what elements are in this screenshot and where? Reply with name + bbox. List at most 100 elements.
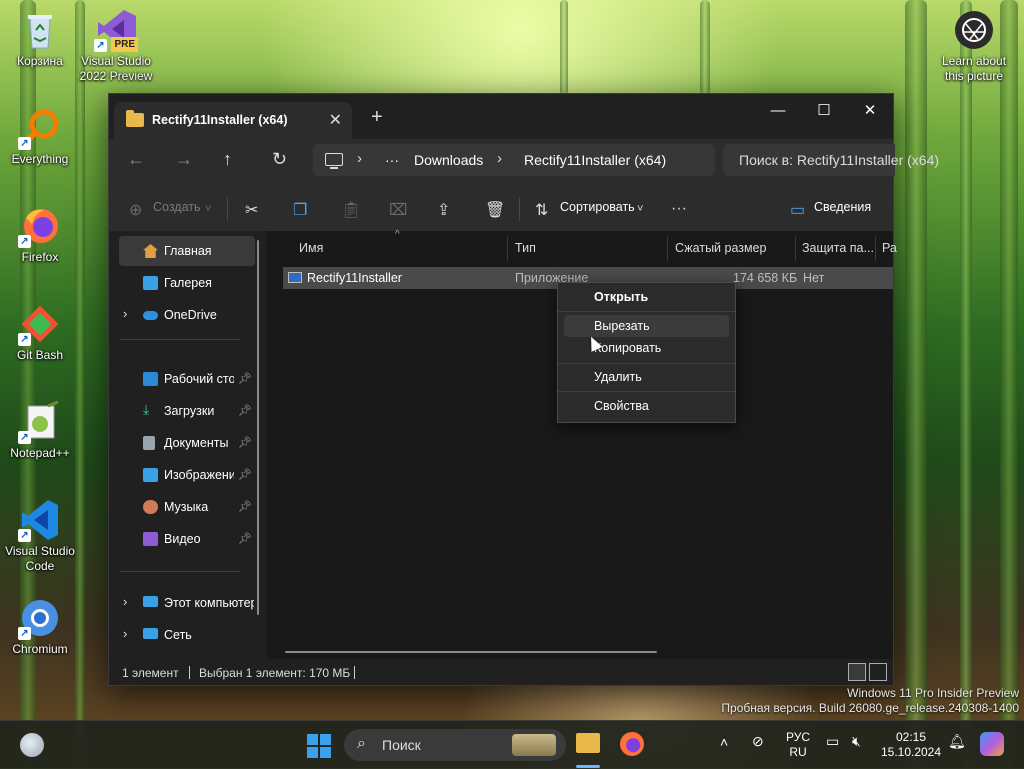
language-indicator[interactable]: РУС RU (784, 730, 812, 760)
chevron-right-icon[interactable]: › (123, 594, 127, 609)
clock[interactable]: 02:15 15.10.2024 (878, 730, 944, 760)
horizontal-scrollbar[interactable] (285, 651, 657, 653)
wallpaper-bamboo (560, 0, 568, 95)
column-divider[interactable] (795, 237, 796, 261)
desktop-icon-everything[interactable]: ↗ Everything (0, 106, 80, 167)
firefox-taskbar-icon[interactable] (620, 732, 644, 756)
refresh-button[interactable]: ↻ (272, 149, 287, 170)
column-header-name[interactable]: Имя (299, 241, 323, 255)
sidebar-item-music[interactable]: Музыка 📌︎ (119, 492, 255, 522)
copilot-icon[interactable] (980, 732, 1004, 756)
sidebar-item-gallery[interactable]: Галерея (119, 268, 255, 298)
tab-close-button[interactable]: ✕ (329, 110, 342, 130)
breadcrumb-overflow[interactable]: ··· (385, 152, 399, 168)
column-divider[interactable] (667, 237, 668, 261)
maximize-button[interactable]: ☐ (801, 98, 847, 124)
network-disconnected-icon[interactable]: ⊘ (752, 734, 764, 749)
paste-button[interactable]: 📋︎ (341, 200, 361, 220)
sidebar-item-home[interactable]: Главная (119, 236, 255, 266)
cloud-icon (143, 311, 158, 320)
sidebar-item-label: Музыка (164, 500, 209, 514)
column-header-password-protected[interactable]: Защита па... (802, 241, 874, 255)
details-button[interactable]: Сведения (814, 200, 871, 214)
menu-item-label: Открыть (594, 290, 649, 304)
desktop-icon-visual-studio[interactable]: ↗ PRE Visual Studio 2022 Preview (76, 8, 156, 84)
desktop-icon-git-bash[interactable]: ↗ Git Bash (0, 302, 80, 363)
back-button[interactable]: ← (127, 149, 145, 170)
sort-button[interactable]: Сортировать (560, 200, 635, 214)
sidebar-item-label: Видео (164, 532, 201, 546)
sidebar-item-label: Изображения (164, 468, 234, 482)
separator (119, 339, 241, 340)
breadcrumb-current-folder[interactable]: Rectify11Installer (x64) (524, 152, 666, 168)
menu-item-label: Свойства (594, 399, 649, 413)
explorer-tab[interactable]: Rectify11Installer (x64) ✕ (114, 102, 352, 139)
sidebar-item-label: Загрузки (164, 404, 215, 418)
desktop-icon-chromium[interactable]: ↗ Chromium (0, 596, 80, 657)
windows-logo-pane (320, 747, 331, 758)
desktop-icon-firefox[interactable]: ↗ Firefox (0, 204, 80, 265)
sidebar-item-videos[interactable]: Видео 📌︎ (119, 524, 255, 554)
network-icon (143, 628, 158, 639)
menu-item-cut[interactable]: Вырезать (564, 315, 729, 337)
vscode-icon: ↗ (18, 498, 62, 542)
details-view-button[interactable] (848, 663, 866, 681)
notification-bell-icon[interactable]: 🔔︎ (948, 734, 966, 749)
chevron-right-icon[interactable]: › (123, 626, 127, 641)
sidebar-item-pictures[interactable]: Изображения 📌︎ (119, 460, 255, 490)
chevron-right-icon[interactable]: › (123, 306, 127, 321)
sidebar-item-documents[interactable]: Документы 📌︎ (119, 428, 255, 458)
language-code: РУС (785, 730, 811, 744)
display-icon[interactable]: ▭ (826, 734, 839, 749)
new-tab-button[interactable]: + (371, 106, 383, 129)
volume-muted-icon[interactable]: 🔇︎ (852, 734, 861, 749)
sidebar-item-network[interactable]: › Сеть (119, 620, 255, 650)
menu-item-delete[interactable]: Удалить (564, 366, 729, 388)
create-button[interactable]: Создать (153, 200, 201, 214)
more-options-button[interactable]: ··· (671, 200, 687, 218)
up-button[interactable]: ↑ (223, 149, 232, 170)
copy-button[interactable]: ❐ (293, 200, 307, 220)
desktop-icon-recycle-bin[interactable]: Корзина (0, 8, 80, 69)
weather-icon[interactable] (20, 733, 44, 757)
file-explorer-taskbar-icon[interactable] (576, 733, 600, 753)
breadcrumb-downloads[interactable]: Downloads (414, 152, 483, 168)
rename-button[interactable]: ⌧ (389, 200, 407, 220)
taskbar-search[interactable]: ⌕ Поиск (344, 729, 566, 761)
menu-item-properties[interactable]: Свойства (564, 395, 729, 417)
tiles-view-button[interactable] (869, 663, 887, 681)
desktop-icon-label: Notepad++ (10, 446, 70, 460)
column-header-ratio[interactable]: Ра (882, 241, 897, 255)
sidebar-item-onedrive[interactable]: › OneDrive (119, 300, 255, 330)
forward-button[interactable]: → (175, 149, 193, 170)
sidebar-item-desktop[interactable]: Рабочий стол 📌︎ (119, 364, 255, 394)
pictures-icon (143, 468, 158, 482)
address-bar[interactable]: › ··· Downloads › Rectify11Installer (x6… (313, 144, 715, 176)
delete-button[interactable]: 🗑︎ (485, 200, 505, 220)
minimize-button[interactable]: — (755, 98, 801, 124)
sidebar-item-downloads[interactable]: ⤓ Загрузки 📌︎ (119, 396, 255, 426)
cut-button[interactable]: ✂ (245, 200, 258, 220)
column-header-type[interactable]: Тип (515, 241, 536, 255)
file-explorer-window: Rectify11Installer (x64) ✕ + — ☐ ✕ ← → ↑… (108, 93, 939, 686)
share-button[interactable]: ⇪ (437, 200, 450, 220)
menu-item-open[interactable]: Открыть (564, 286, 729, 308)
pin-icon: 📌︎ (238, 373, 252, 385)
desktop-icon-vscode[interactable]: ↗ Visual Studio Code (0, 498, 80, 574)
search-box[interactable]: Поиск в: Rectify11Installer (x64) (723, 144, 939, 176)
sidebar-scrollbar[interactable] (257, 240, 259, 615)
pin-icon: 📌︎ (238, 437, 252, 449)
desktop-icon-learn-about-picture[interactable]: Learn about this picture (934, 8, 1014, 84)
column-divider[interactable] (507, 237, 508, 261)
document-icon (143, 436, 155, 450)
desktop-icon-notepad-plus-plus[interactable]: ↗ Notepad++ (0, 400, 80, 461)
selection-info: Выбран 1 элемент: 170 МБ (199, 666, 351, 680)
separator (189, 666, 190, 679)
search-highlight-icon (512, 734, 556, 756)
chevron-up-icon[interactable]: ˄ (720, 735, 728, 750)
column-header-compressed-size[interactable]: Сжатый размер (675, 241, 767, 255)
close-button[interactable]: ✕ (847, 98, 893, 124)
column-divider[interactable] (875, 237, 876, 261)
start-button[interactable] (307, 734, 331, 758)
sidebar-item-this-pc[interactable]: › Этот компьютер (119, 588, 255, 618)
